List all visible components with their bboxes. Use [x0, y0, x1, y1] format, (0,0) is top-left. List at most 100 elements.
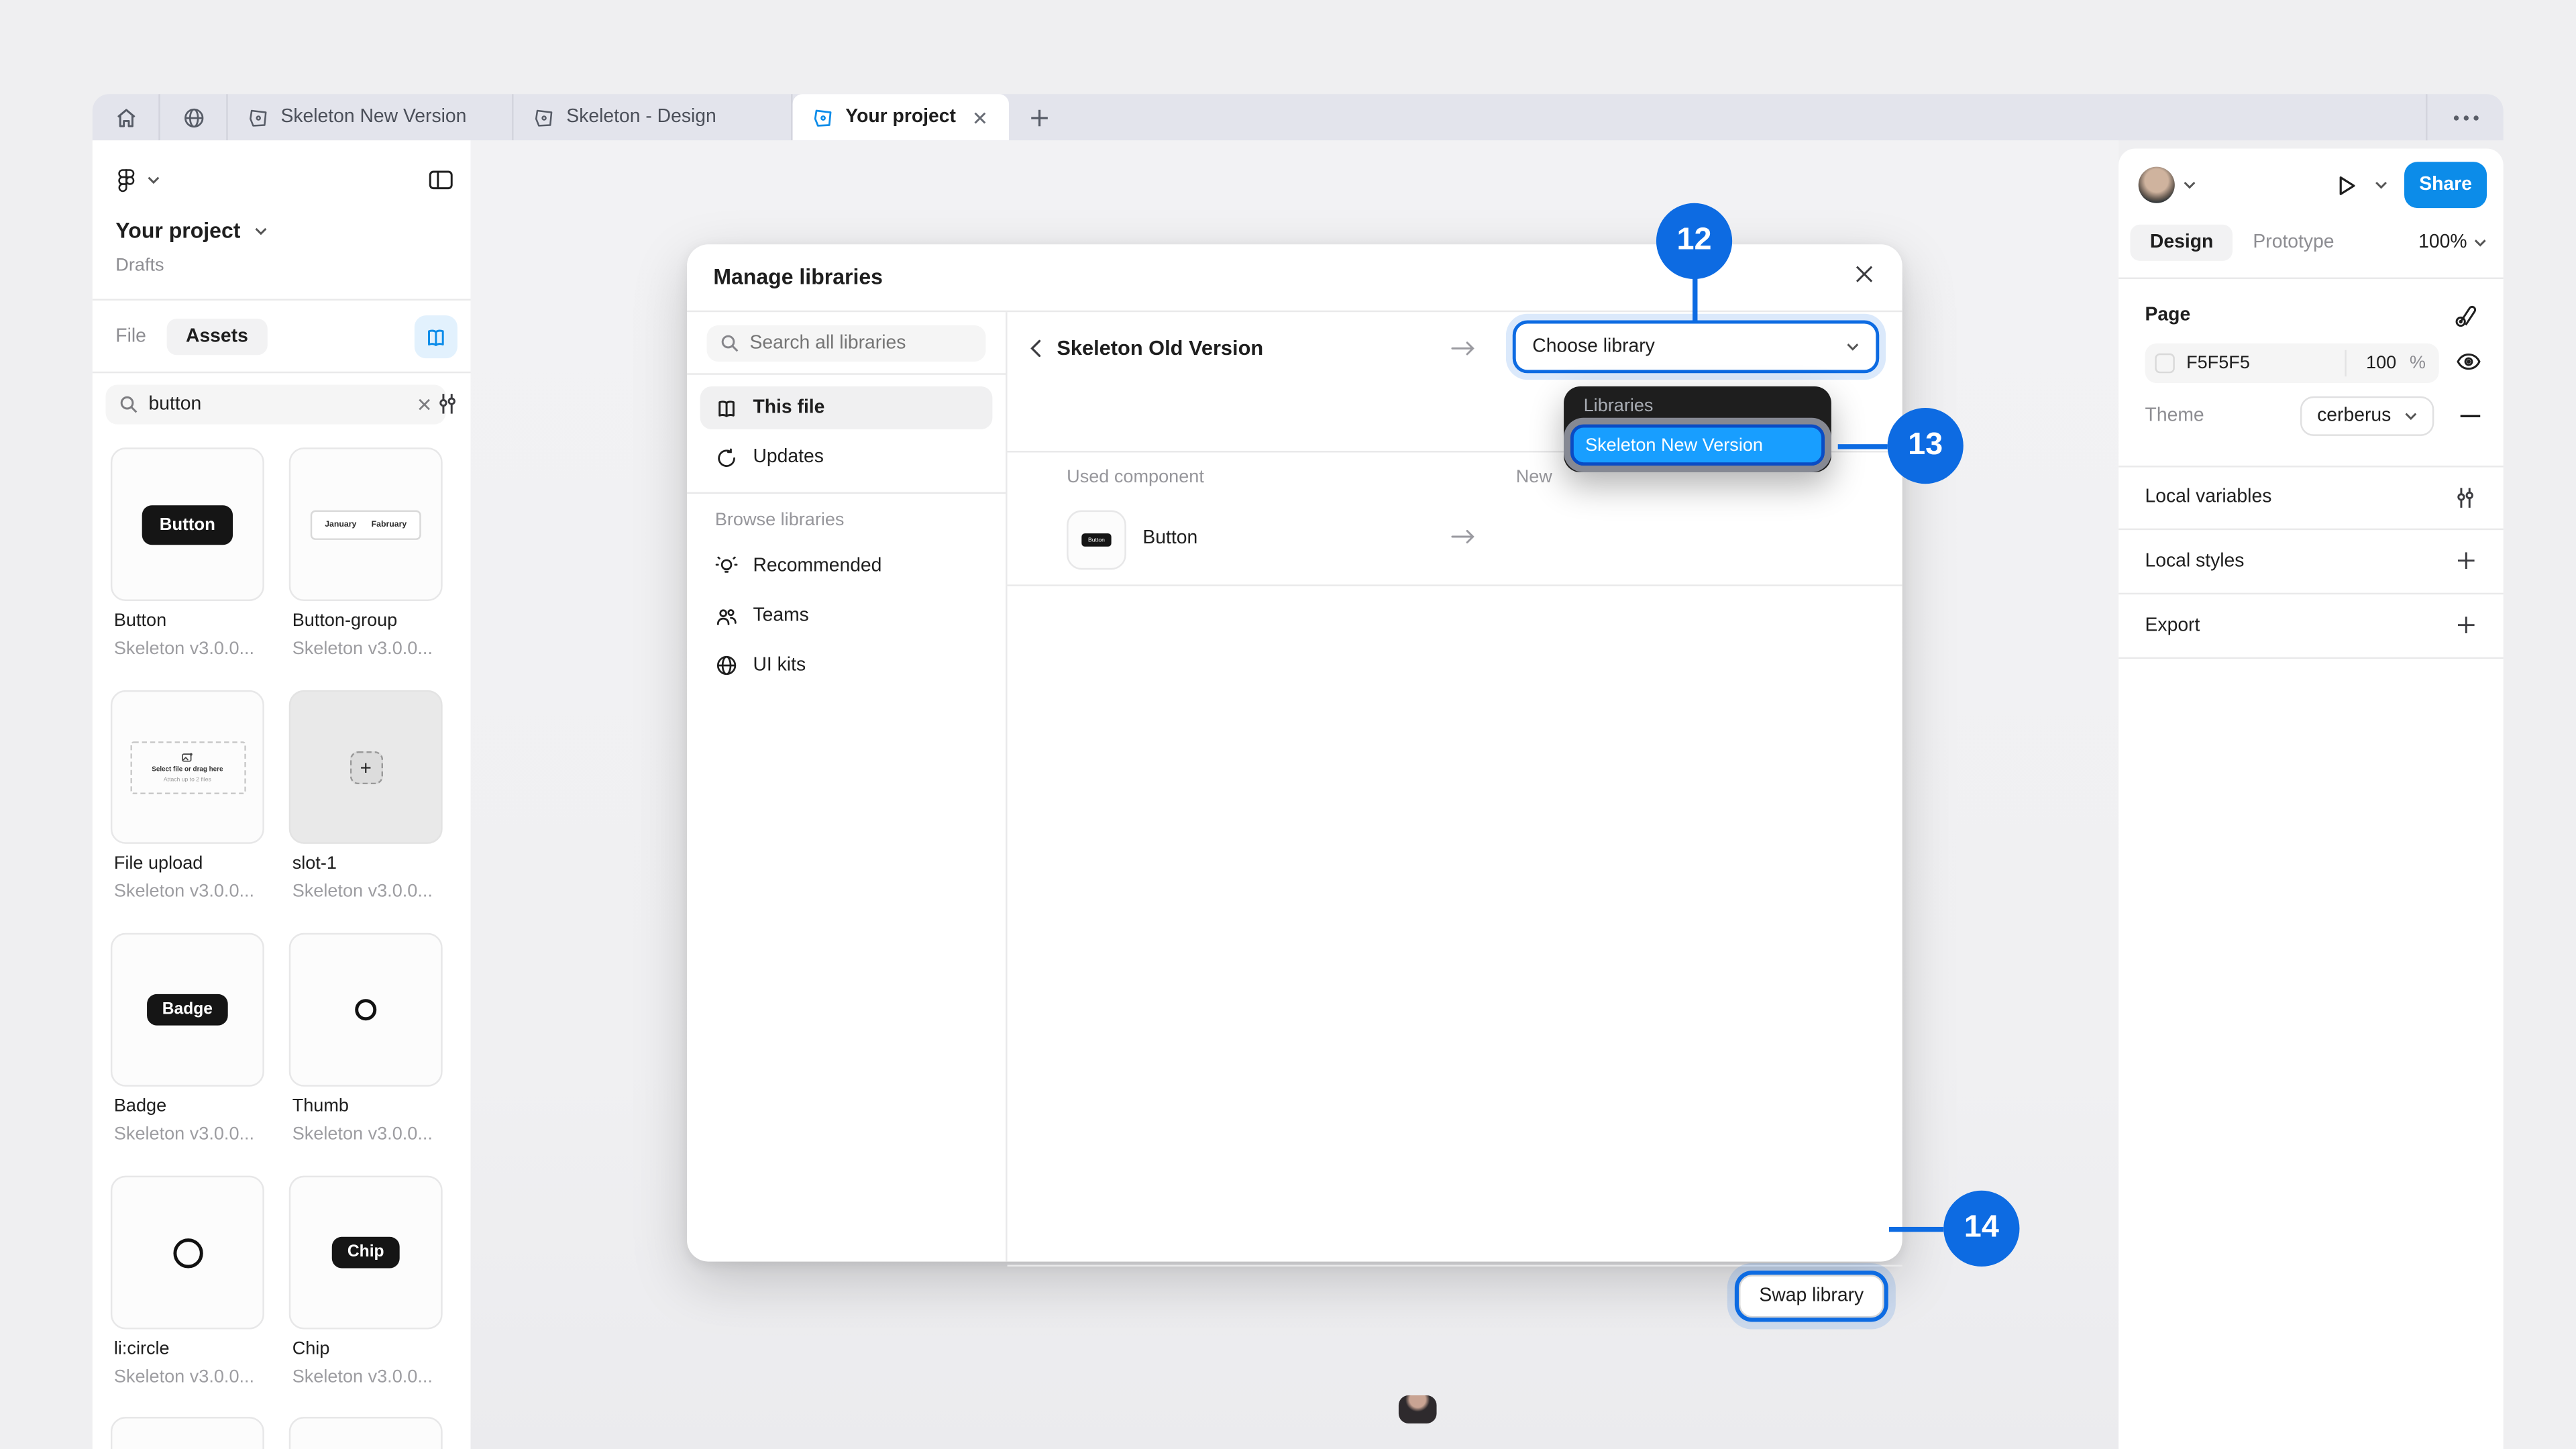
page-fill-row[interactable]: F5F5F5 100 %: [2145, 343, 2439, 383]
fill-hex-value[interactable]: F5F5F5: [2186, 354, 2250, 374]
tab-your-project-active[interactable]: Your project: [793, 94, 1009, 140]
segment-label: January: [325, 519, 356, 529]
plus-icon: [1028, 107, 1049, 128]
color-swatch[interactable]: [2155, 354, 2175, 374]
asset-card-chip[interactable]: Chip: [289, 1176, 443, 1330]
nav-updates[interactable]: Updates: [700, 436, 993, 479]
user-avatar[interactable]: [2139, 167, 2175, 203]
home-button[interactable]: [93, 94, 158, 140]
panel-toggle-button[interactable]: [428, 168, 454, 191]
more-menu-button[interactable]: [2427, 94, 2503, 140]
canvas-avatar-image: [1399, 1395, 1437, 1424]
project-title-row[interactable]: Your project: [115, 218, 267, 243]
left-sidebar: Your project Drafts File Assets: [93, 140, 471, 1449]
arrow-right-icon: [1450, 337, 1476, 358]
design-prototype-tabs: Design Prototype 100%: [2130, 219, 2487, 266]
tab-label: Skeleton - Design: [566, 107, 716, 127]
nav-ui-kits[interactable]: UI kits: [700, 644, 993, 687]
asset-card-button-group[interactable]: January Fabruary: [289, 447, 443, 601]
library-header-row: Skeleton Old Version Choose library: [1008, 312, 1902, 383]
back-button[interactable]: [1029, 337, 1044, 358]
chevron-down-icon[interactable]: [2183, 180, 2196, 190]
thumb-preview: [355, 999, 376, 1020]
fill-opacity-value[interactable]: 100: [2366, 354, 2396, 374]
asset-card[interactable]: [111, 1417, 264, 1449]
popup-header: Libraries: [1584, 396, 1654, 417]
divider: [1008, 584, 1902, 586]
asset-card-button[interactable]: Button: [111, 447, 264, 601]
library-search-input[interactable]: [750, 333, 965, 354]
remove-theme-button[interactable]: [2459, 413, 2481, 419]
swatch-book-icon[interactable]: [2452, 303, 2477, 328]
swap-library-button[interactable]: Swap library: [1739, 1275, 1884, 1318]
tab-skeleton-design[interactable]: Skeleton - Design: [514, 94, 792, 140]
local-variables-row: Local variables: [2118, 466, 2504, 529]
asset-card-badge[interactable]: Badge: [111, 933, 264, 1087]
asset-name: Badge: [114, 1096, 166, 1116]
tab-label: Skeleton New Version: [280, 107, 466, 127]
share-button[interactable]: Share: [2404, 162, 2487, 208]
close-modal-button[interactable]: [1853, 262, 1876, 285]
divider: [687, 373, 1006, 374]
component-thumbnail: Button: [1067, 511, 1126, 570]
asset-name: Button: [114, 611, 166, 631]
book-open-icon: [715, 397, 738, 419]
used-component-header: Used component: [1067, 468, 1204, 488]
tab-design[interactable]: Design: [2130, 225, 2233, 261]
assets-search-field[interactable]: [106, 385, 446, 425]
tab-prototype[interactable]: Prototype: [2233, 225, 2354, 261]
asset-card-thumb[interactable]: [289, 933, 443, 1087]
present-button[interactable]: [2335, 172, 2358, 197]
chevron-down-icon: [2473, 237, 2487, 248]
tab-file[interactable]: File: [115, 319, 166, 355]
button-preview: Button: [142, 504, 233, 544]
add-export-button[interactable]: [2455, 614, 2477, 636]
theme-value: cerberus: [2317, 407, 2391, 427]
circle-preview: [172, 1238, 202, 1267]
play-icon: [2335, 172, 2358, 197]
present-options-chevron[interactable]: [2375, 180, 2388, 190]
more-dots-icon: [2463, 115, 2467, 119]
library-option-skeleton-new-version[interactable]: Skeleton New Version: [1570, 425, 1825, 466]
asset-card-li-circle[interactable]: [111, 1176, 264, 1330]
export-row: Export: [2118, 593, 2504, 657]
button-group-preview: January Fabruary: [310, 509, 421, 539]
zoom-control[interactable]: 100%: [2418, 233, 2487, 253]
variables-sliders-button[interactable]: [2454, 484, 2477, 509]
filter-sliders-button[interactable]: [436, 391, 459, 416]
choose-library-dropdown[interactable]: Choose library: [1513, 321, 1879, 374]
library-search-field[interactable]: [707, 325, 986, 362]
new-component-header: New: [1516, 468, 1552, 488]
upload-text: Select file or drag here: [152, 765, 223, 773]
tab-label: Your project: [845, 107, 956, 127]
new-tab-button[interactable]: [1009, 94, 1069, 140]
nav-teams[interactable]: Teams: [700, 594, 993, 637]
asset-card-file-upload[interactable]: Select file or drag here Attach up to 2 …: [111, 690, 264, 844]
add-style-button[interactable]: [2455, 550, 2477, 572]
divider: [1008, 1265, 1902, 1267]
nav-recommended[interactable]: Recommended: [700, 545, 993, 588]
tab-skeleton-new-version[interactable]: Skeleton New Version: [228, 94, 512, 140]
right-sidebar: Share Design Prototype 100% Page F5F5F5 …: [2118, 149, 2504, 1449]
sidebar-actions-row: Share: [2139, 160, 2487, 210]
search-icon: [720, 333, 740, 354]
file-upload-preview: Select file or drag here Attach up to 2 …: [129, 741, 245, 794]
clear-search-button[interactable]: [416, 396, 433, 413]
close-tab-button[interactable]: [971, 108, 989, 126]
figma-app: Skeleton New Version Skeleton - Design Y…: [0, 0, 2576, 1449]
asset-card-slot-1[interactable]: +: [289, 690, 443, 844]
nav-this-file[interactable]: This file: [700, 386, 993, 429]
asset-card[interactable]: [289, 1417, 443, 1449]
upload-subtext: Attach up to 2 files: [164, 775, 211, 782]
nav-label: This file: [753, 398, 824, 418]
community-button[interactable]: [160, 94, 226, 140]
open-libraries-button[interactable]: [415, 315, 458, 358]
divider: [2118, 657, 2504, 659]
figma-main-menu[interactable]: [115, 167, 160, 193]
toolbar-right: [2426, 94, 2504, 140]
theme-dropdown[interactable]: cerberus: [2301, 396, 2434, 436]
visibility-eye-button[interactable]: [2455, 350, 2481, 373]
search-input[interactable]: [149, 394, 380, 415]
globe-icon: [181, 105, 206, 129]
tab-assets[interactable]: Assets: [166, 319, 268, 355]
